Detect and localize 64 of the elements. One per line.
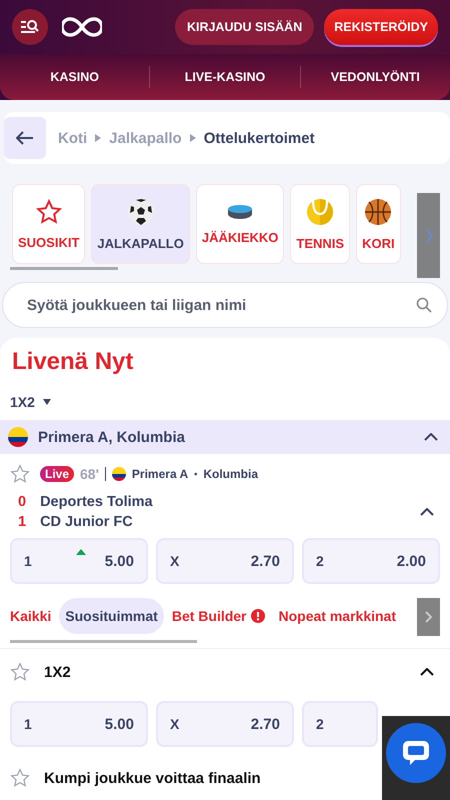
back-arrow-icon bbox=[16, 131, 34, 145]
sport-tab[interactable]: JÄÄKIEKKO bbox=[196, 184, 284, 264]
separator: • bbox=[194, 469, 198, 479]
team-name: Deportes Tolima bbox=[40, 494, 153, 510]
market-tab[interactable]: Nopeat markkinat bbox=[272, 598, 402, 634]
nav-link[interactable]: KASINO bbox=[0, 70, 150, 84]
sport-tab[interactable]: JALKAPALLO bbox=[91, 184, 190, 264]
back-button[interactable] bbox=[4, 117, 46, 159]
search-icon bbox=[416, 297, 432, 313]
odds-button[interactable]: X 2.70 bbox=[156, 538, 294, 584]
tennis-ball-icon bbox=[306, 198, 334, 226]
match-minute: 68' bbox=[80, 466, 99, 482]
team-score: 0 bbox=[18, 494, 26, 510]
chevron-icon[interactable] bbox=[420, 508, 434, 516]
nav-link[interactable]: LIVE-KASINO bbox=[150, 70, 300, 84]
caret-icon bbox=[190, 134, 196, 142]
logo-icon[interactable] bbox=[62, 16, 102, 38]
star-icon[interactable] bbox=[10, 662, 30, 682]
country-label: Kolumbia bbox=[203, 467, 258, 481]
team-score: 1 bbox=[18, 514, 26, 530]
league-label: Primera A bbox=[132, 467, 188, 481]
team-name: CD Junior FC bbox=[40, 514, 133, 530]
register-button[interactable]: REKISTERÖIDY bbox=[324, 9, 438, 45]
flag-icon bbox=[8, 427, 28, 447]
soccer-ball-icon bbox=[126, 198, 155, 226]
star-icon[interactable] bbox=[10, 768, 30, 788]
market-title: Kumpi joukkue voittaa finaalin bbox=[44, 770, 262, 786]
sport-tab[interactable]: KORI bbox=[356, 184, 401, 264]
market-tab[interactable]: Kaikki bbox=[4, 598, 58, 634]
league-name: Primera A, Kolumbia bbox=[38, 428, 186, 446]
menu-button[interactable] bbox=[12, 9, 48, 45]
chevron-right-icon bbox=[424, 228, 434, 244]
star-icon[interactable] bbox=[10, 464, 30, 484]
nav-link[interactable]: VEDONLYÖNTI bbox=[300, 70, 450, 84]
market-dropdown[interactable]: 1X2 bbox=[0, 378, 61, 420]
basketball-icon bbox=[364, 198, 392, 226]
caret-icon bbox=[95, 134, 102, 142]
odds-button[interactable]: 1 5.00 bbox=[10, 701, 148, 747]
scrollbar[interactable] bbox=[10, 640, 197, 643]
league-header[interactable]: Primera A, Kolumbia bbox=[0, 420, 450, 454]
search-menu-icon bbox=[20, 19, 40, 35]
caret-icon bbox=[42, 399, 51, 405]
chevron-icon[interactable] bbox=[420, 668, 434, 676]
odds-button[interactable]: X 2.70 bbox=[156, 701, 294, 747]
market-tab[interactable]: Suosituimmat bbox=[59, 598, 164, 634]
section-title: Livenä Nyt bbox=[11, 347, 134, 377]
breadcrumb-link[interactable]: Ottelukertoimet bbox=[204, 130, 315, 146]
chevron-icon[interactable] bbox=[424, 433, 438, 441]
odds-button[interactable]: 2 2.00 bbox=[302, 538, 440, 584]
scrollbar[interactable] bbox=[10, 267, 118, 270]
sport-tab[interactable]: TENNIS bbox=[290, 184, 350, 264]
odds-button[interactable]: 2 bbox=[302, 701, 378, 747]
market-title: 1X2 bbox=[44, 664, 72, 680]
odds-button[interactable]: 1 5.00 bbox=[10, 538, 148, 584]
market-tab[interactable]: Bet Builder bbox=[166, 598, 271, 634]
live-badge: Live bbox=[40, 466, 74, 482]
login-button[interactable]: KIRJAUDU SISÄÄN bbox=[174, 9, 314, 45]
puck-icon bbox=[227, 204, 254, 220]
chevron-right-icon bbox=[424, 611, 432, 623]
star-icon bbox=[36, 198, 62, 224]
chat-bubble-icon bbox=[401, 738, 431, 768]
sport-tab[interactable]: SUOSIKIT bbox=[12, 184, 86, 264]
search-field[interactable]: Syötä joukkueen tai liigan nimi bbox=[2, 282, 448, 328]
flag-icon bbox=[112, 467, 126, 481]
